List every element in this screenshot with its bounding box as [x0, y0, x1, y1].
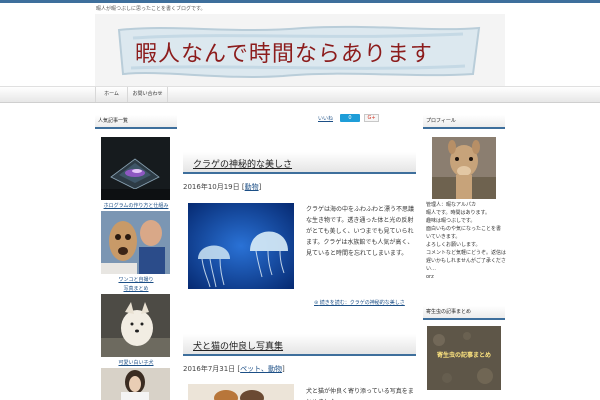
post-meta: 2016年7月31日 [ペット、動物] [183, 364, 285, 374]
share-count-badge[interactable]: 0 [340, 114, 360, 122]
profile-line: 趣味は暇つぶしです。 [426, 218, 476, 224]
profile-line: 面白いものや気になったことを書いていきます。 [426, 226, 502, 240]
article-link-dog-selfie-2[interactable]: 写真まとめ [100, 285, 172, 292]
main-nav: ホーム お問い合わせ [0, 86, 600, 103]
article-link-white-puppy[interactable]: 可愛い白い子犬 [100, 359, 172, 366]
article-thumb-hologram[interactable] [101, 137, 170, 200]
article-thumb-white-puppy[interactable] [101, 294, 170, 357]
site-title: 暇人なんで時間ならあります [135, 42, 433, 64]
post-image-dog-cat[interactable] [188, 384, 294, 400]
post-date: 2016年7月31日 [183, 365, 236, 373]
profile-description: 管理人：暇なアルパカ 暇人です。時間はあります。 趣味は暇つぶしです。 面白いも… [426, 201, 506, 281]
post-excerpt: クラゲは海の中をふわふわと漂う不思議な生き物です。透き通った体と光の反射がとても… [306, 206, 414, 257]
nav-home[interactable]: ホーム [95, 87, 128, 102]
site-tagline: 暇人が暇つぶしに思ったことを書くブログです。 [96, 6, 206, 12]
parasite-banner-text: 寄生虫の記事まとめ [436, 352, 491, 359]
post-image-jellyfish[interactable] [188, 203, 294, 289]
profile-line: よろしくお願いします。 [426, 242, 481, 248]
post-title-link[interactable]: クラゲの神秘的な美しさ [193, 157, 292, 170]
profile-line: orz [426, 274, 434, 280]
post-excerpt: 犬と猫が仲良く寄り添っている写真をまとめました。 [306, 388, 414, 400]
profile-line: 管理人：暇なアルパカ [426, 202, 476, 208]
post-title-bar: 犬と猫の仲良し写真集 [183, 334, 416, 356]
parasite-widget-title: 寄生虫の記事まとめ [423, 306, 505, 320]
parasite-articles-banner[interactable]: 寄生虫の記事まとめ [427, 326, 501, 390]
read-more-text: 続きを読む：クラゲの神秘的な美しさ [319, 300, 405, 306]
popular-articles-title: 人気記事一覧 [95, 115, 177, 129]
post-date: 2016年10月19日 [183, 183, 240, 191]
gplus-button[interactable]: G+ [364, 114, 379, 122]
article-thumb-dog-selfie[interactable] [101, 211, 170, 274]
profile-line: 暇人です。時間はあります。 [426, 210, 491, 216]
profile-avatar-alpaca [432, 137, 496, 199]
profile-line: コメントなど気軽にどうぞ。返信は遅いかもしれませんがご了承ください… [426, 250, 506, 272]
post-category-link[interactable]: 動物 [245, 183, 259, 191]
post-category-link[interactable]: ペット、動物 [240, 365, 282, 373]
nav-contact[interactable]: お問い合わせ [128, 87, 168, 102]
category-bracket-close: ] [258, 183, 262, 191]
article-link-hologram[interactable]: ホログラムの作り方と仕組み [100, 202, 172, 209]
post-title-link[interactable]: 犬と猫の仲良し写真集 [193, 339, 283, 352]
post-meta: 2016年10月19日 [動物] [183, 182, 261, 192]
article-thumb-person[interactable] [101, 368, 170, 400]
like-link[interactable]: いいね [318, 115, 333, 122]
arrow-circle-icon: ⊛ [314, 300, 319, 306]
profile-widget-title: プロフィール [423, 115, 505, 129]
header-banner[interactable]: 暇人なんで時間ならあります [95, 14, 505, 86]
article-link-dog-selfie-1[interactable]: ワンコと自撮り [100, 276, 172, 283]
post-title-bar: クラゲの神秘的な美しさ [183, 152, 416, 174]
read-more-link[interactable]: ⊛ 続きを読む：クラゲの神秘的な美しさ [314, 299, 405, 306]
top-accent-bar [0, 0, 600, 3]
category-bracket-close: ] [282, 365, 285, 373]
